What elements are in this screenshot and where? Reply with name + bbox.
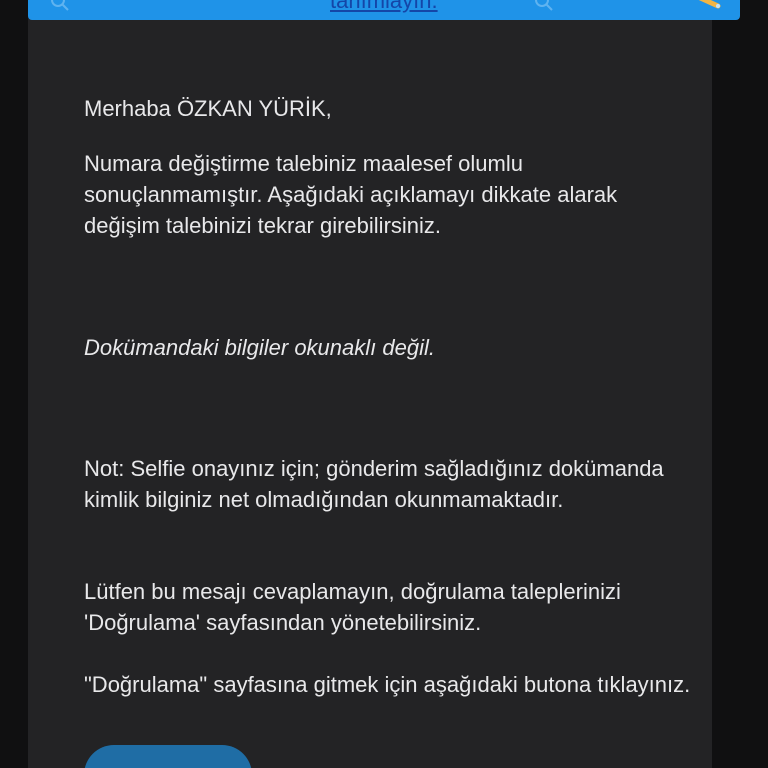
- search-icon: [51, 0, 69, 11]
- info-banner: tanımlayın.: [28, 0, 740, 20]
- note-text: Not: Selfie onayınız için; gönderim sağl…: [84, 456, 664, 512]
- search-icon: [535, 0, 553, 11]
- banner-link[interactable]: tanımlayın.: [330, 0, 438, 14]
- rejection-message: Numara değiştirme talebiniz maalesef olu…: [84, 151, 618, 238]
- sparkle-icon: [698, 0, 721, 9]
- greeting: Merhaba ÖZKAN YÜRİK,: [84, 96, 332, 121]
- rejection-reason: Dokümandaki bilgiler okunaklı değil.: [84, 335, 435, 360]
- no-reply-text: Lütfen bu mesajı cevaplamayın, doğrulama…: [84, 579, 621, 635]
- verification-button[interactable]: [84, 745, 252, 768]
- email-view: tanımlayın. Merhaba ÖZKAN YÜRİK, Numara …: [0, 0, 768, 768]
- instruction-text: "Doğrulama" sayfasına gitmek için aşağıd…: [84, 672, 691, 697]
